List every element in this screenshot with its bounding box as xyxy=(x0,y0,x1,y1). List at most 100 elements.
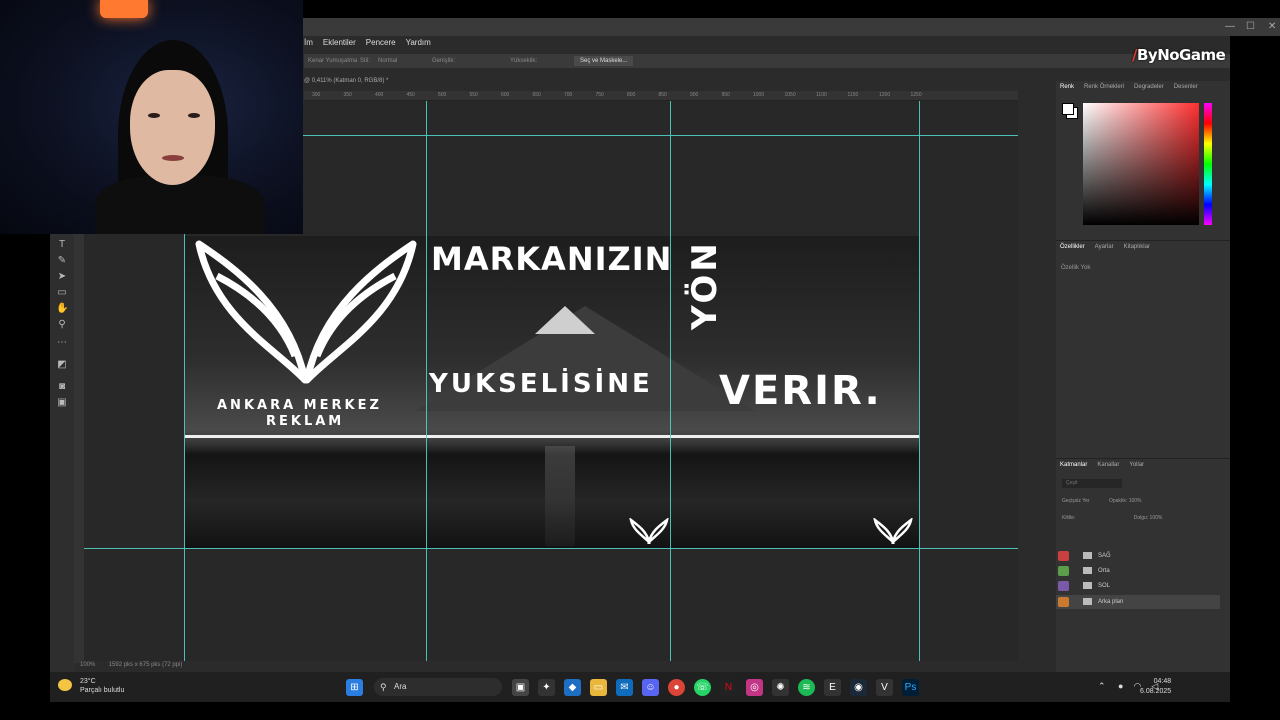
brand-name-line1: ANKARA MERKEZ xyxy=(217,398,382,413)
opacity-label: Opaklık: xyxy=(1108,498,1128,504)
tab-swatches[interactable]: Renk Örnekleri xyxy=(1084,84,1124,90)
minimize-icon[interactable]: — xyxy=(1225,21,1235,32)
more-tools-icon[interactable]: ⋯ xyxy=(56,337,68,349)
screen-mode-icon[interactable]: ▣ xyxy=(56,397,68,409)
windows-start-icon[interactable]: ⊞ xyxy=(346,679,363,696)
whatsapp-icon[interactable]: ☏ xyxy=(694,679,711,696)
fill-value[interactable]: 100% xyxy=(1150,515,1163,521)
antialias-option[interactable]: Kenar Yumuşatma xyxy=(308,58,357,64)
vscode-icon[interactable]: ◆ xyxy=(564,679,581,696)
ruler-tick-label: 500 xyxy=(438,92,447,98)
artboard[interactable]: ANKARA MERKEZ REKLAM MARKANIZIN YUKSELİS… xyxy=(185,236,919,548)
properties-panel: Özellikler Ayarlar Kitaplıklar Özellik Y… xyxy=(1056,240,1230,458)
discord-icon[interactable]: ☺ xyxy=(642,679,659,696)
spotify-icon[interactable]: ≋ xyxy=(798,679,815,696)
chevron-up-icon[interactable]: ⌃ xyxy=(1098,681,1106,692)
headline-markanizin[interactable]: MARKANIZIN xyxy=(431,240,672,278)
folder-icon xyxy=(1083,582,1092,589)
tab-channels[interactable]: Kanallar xyxy=(1097,462,1119,468)
taskbar-app-icon[interactable]: ✦ xyxy=(538,679,555,696)
layer-row[interactable]: SOL xyxy=(1056,579,1220,593)
tab-libraries[interactable]: Kitaplıklar xyxy=(1124,244,1150,250)
menu-window[interactable]: Pencere xyxy=(366,38,396,52)
color-picker-field[interactable] xyxy=(1083,103,1199,225)
microphone-icon[interactable]: ● xyxy=(1118,681,1123,692)
epic-games-icon[interactable]: E xyxy=(824,679,841,696)
visibility-eye-icon[interactable] xyxy=(1058,551,1069,561)
guide-vertical[interactable] xyxy=(919,101,920,661)
menu-plugins[interactable]: Eklentiler xyxy=(323,38,356,52)
start-area: ⊞ xyxy=(346,679,363,696)
pen-tool-icon[interactable]: ✎ xyxy=(56,255,68,267)
select-and-mask-button[interactable]: Seç ve Maskele... xyxy=(574,56,634,66)
foreground-color-swatch[interactable] xyxy=(1062,103,1074,115)
layer-row[interactable]: Orta xyxy=(1056,564,1220,578)
instagram-icon[interactable]: ◎ xyxy=(746,679,763,696)
system-tray: ⌃ xyxy=(1098,681,1106,692)
type-tool-icon[interactable]: T xyxy=(56,239,68,251)
tab-layers[interactable]: Katmanlar xyxy=(1060,462,1087,468)
menu-bar: İm Eklentiler Pencere Yardım xyxy=(304,38,431,52)
zoom-tool-icon[interactable]: ⚲ xyxy=(56,319,68,331)
folder-icon xyxy=(1083,567,1092,574)
steam-icon[interactable]: ◉ xyxy=(850,679,867,696)
guide-vertical[interactable] xyxy=(426,101,427,661)
ruler-tick-label: 900 xyxy=(690,92,699,98)
small-wings-logo-right-icon xyxy=(873,518,913,544)
task-view-icon[interactable]: ▣ xyxy=(512,679,529,696)
layer-row-selected[interactable]: Arka plan xyxy=(1056,595,1220,609)
style-select[interactable]: Normal xyxy=(378,58,397,64)
menu-help[interactable]: Yardım xyxy=(406,38,431,52)
ruler-tick-label: 750 xyxy=(595,92,604,98)
rectangle-tool-icon[interactable]: ▭ xyxy=(56,287,68,299)
tab-color[interactable]: Renk xyxy=(1060,84,1074,90)
tab-paths[interactable]: Yollar xyxy=(1129,462,1144,468)
hue-slider[interactable] xyxy=(1204,103,1212,225)
headline-yon-vertical[interactable]: YÖN xyxy=(685,240,725,330)
zoom-level[interactable]: 100% xyxy=(80,662,95,668)
lake-reflection xyxy=(545,446,575,546)
menu-image[interactable]: İm xyxy=(304,38,313,52)
layer-name: SOL xyxy=(1098,583,1111,589)
photoshop-icon[interactable]: Ps xyxy=(902,679,919,696)
hand-tool-icon[interactable]: ✋ xyxy=(56,303,68,315)
ruler-tick-label: 400 xyxy=(375,92,384,98)
tab-adjustments[interactable]: Ayarlar xyxy=(1095,244,1114,250)
valorant-icon[interactable]: V xyxy=(876,679,893,696)
close-icon[interactable]: ✕ xyxy=(1268,21,1276,32)
streamer-eye xyxy=(148,113,160,118)
color-panel: Renk Renk Örnekleri Degradeler Desenler xyxy=(1056,81,1230,245)
quick-mask-icon[interactable]: ◙ xyxy=(56,381,68,393)
chrome-icon[interactable]: ● xyxy=(668,679,685,696)
ruler-tick-label: 1200 xyxy=(879,92,891,98)
clock[interactable]: 04:48 6.08.2025 xyxy=(1140,677,1171,697)
guide-vertical[interactable] xyxy=(670,101,671,661)
maximize-icon[interactable]: ☐ xyxy=(1246,21,1255,32)
streamer-mouth xyxy=(162,155,184,161)
search-icon: ⚲ xyxy=(380,682,387,692)
visibility-eye-icon[interactable] xyxy=(1058,597,1069,607)
headline-yukselisine[interactable]: YUKSELİSİNE xyxy=(429,369,653,399)
blend-mode-select[interactable]: Geçişsiz Yer xyxy=(1062,498,1090,504)
layer-filter-input[interactable]: Çeşit xyxy=(1062,479,1122,488)
document-tab[interactable]: @ 0,411% (Katman 0, RGB/8) * xyxy=(304,75,388,87)
taskbar-search[interactable]: ⚲ Ara xyxy=(374,678,502,696)
outlook-icon[interactable]: ✉ xyxy=(616,679,633,696)
visibility-eye-icon[interactable] xyxy=(1058,581,1069,591)
headline-verir[interactable]: VERIR. xyxy=(719,368,882,414)
path-select-icon[interactable]: ➤ xyxy=(56,271,68,283)
visibility-eye-icon[interactable] xyxy=(1058,566,1069,576)
tab-properties[interactable]: Özellikler xyxy=(1060,244,1085,250)
background-lamp xyxy=(100,0,148,18)
file-explorer-icon[interactable]: ▭ xyxy=(590,679,607,696)
foreground-background-icon[interactable]: ◩ xyxy=(56,359,68,371)
ruler-tick-label: 350 xyxy=(343,92,352,98)
layer-row[interactable]: SAĞ xyxy=(1056,549,1220,563)
netflix-icon[interactable]: N xyxy=(720,679,737,696)
chatgpt-icon[interactable]: ✺ xyxy=(772,679,789,696)
tab-gradients[interactable]: Degradeler xyxy=(1134,84,1164,90)
tab-patterns[interactable]: Desenler xyxy=(1174,84,1198,90)
opacity-value[interactable]: 100% xyxy=(1129,498,1142,504)
layer-name: Arka plan xyxy=(1098,599,1124,605)
guide-horizontal[interactable] xyxy=(84,548,1018,549)
